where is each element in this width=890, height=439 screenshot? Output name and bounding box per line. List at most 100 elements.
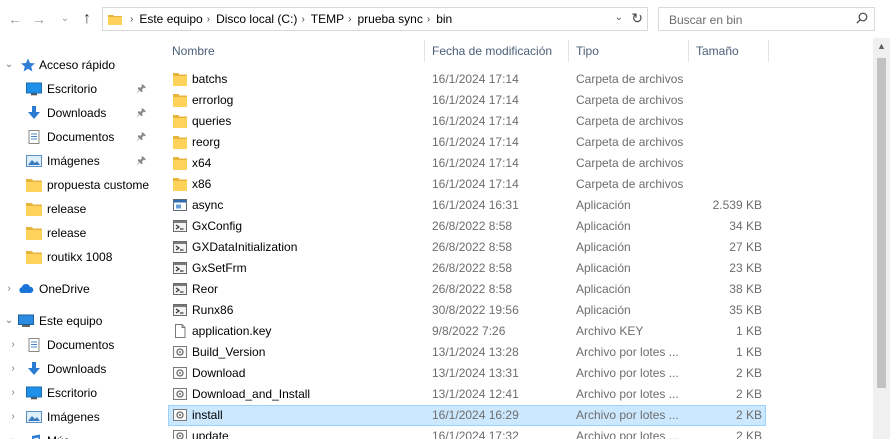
nav-quick-access[interactable]: ⌄ Acceso rápido (0, 54, 156, 76)
file-type: Archivo por lotes ... (576, 345, 679, 359)
file-type: Carpeta de archivos (576, 93, 684, 107)
file-row[interactable]: GxConfig 26/8/2022 8:58 Aplicación 34 KB (168, 216, 766, 237)
back-arrow-icon[interactable]: ← (6, 8, 24, 30)
chevron-right-icon[interactable]: › (7, 406, 19, 428)
file-row[interactable]: Download_and_Install 13/1/2024 12:41 Archi… (168, 384, 766, 405)
column-header-name[interactable]: Nombre (172, 38, 215, 64)
search-icon[interactable] (856, 12, 868, 24)
download-icon (28, 362, 40, 375)
nav-item-downloads[interactable]: Downloads 🖈 (0, 102, 156, 124)
chevron-right-icon[interactable]: › (7, 334, 19, 356)
nav-item-documentos[interactable]: Documentos 🖈 (0, 126, 156, 148)
nav-item-pc-musica[interactable]: › Mús (0, 430, 156, 439)
file-row[interactable]: batchs 16/1/2024 17:14 Carpeta de archivos (168, 69, 766, 90)
nav-item-escritorio[interactable]: Escritorio 🖈 (0, 78, 156, 100)
chevron-right-icon[interactable]: › (7, 358, 19, 380)
console-app-icon (173, 304, 187, 316)
breadcrumb-prueba-sync[interactable]: prueba sync (357, 12, 422, 26)
column-divider[interactable] (424, 40, 425, 62)
console-app-icon (173, 241, 187, 253)
file-row[interactable]: Runx86 30/8/2022 19:56 Aplicación 35 KB (168, 300, 766, 321)
nav-onedrive[interactable]: › OneDrive (0, 278, 156, 300)
file-row[interactable]: async 16/1/2024 16:31 Aplicación 2.539 KB (168, 195, 766, 216)
document-icon (28, 130, 40, 144)
column-divider[interactable] (568, 40, 569, 62)
vertical-scrollbar[interactable]: ▲ (873, 38, 890, 439)
file-row[interactable]: Download 13/1/2024 13:31 Archivo por lotes… (168, 363, 766, 384)
column-header-date[interactable]: Fecha de modificación (432, 38, 552, 64)
nav-item-routikx[interactable]: routikx 1008 (0, 246, 156, 268)
forward-arrow-icon[interactable]: → (30, 8, 48, 30)
refresh-icon[interactable]: ↻ (631, 10, 643, 27)
file-date-modified: 16/1/2024 16:31 (432, 198, 519, 212)
nav-item-pc-documentos[interactable]: › Documentos (0, 334, 156, 356)
nav-este-equipo[interactable]: ⌄ Este equipo (0, 310, 156, 332)
nav-item-release[interactable]: release (0, 222, 156, 244)
nav-label: propuesta custome (47, 178, 150, 192)
file-row[interactable]: errorlog 16/1/2024 17:14 Carpeta de archiv… (168, 90, 766, 111)
address-bar[interactable]: › Este equipo › Disco local (C:) › TEMP … (102, 7, 648, 31)
column-divider[interactable] (688, 40, 689, 62)
up-arrow-icon[interactable]: ↑ (78, 8, 96, 30)
nav-item-release[interactable]: release (0, 198, 156, 220)
search-input[interactable] (667, 10, 851, 30)
folder-icon (173, 178, 187, 191)
breadcrumb-disco-local[interactable]: Disco local (C:) (216, 12, 297, 26)
chevron-down-icon[interactable]: ⌄ (3, 54, 15, 76)
nav-item-propuesta[interactable]: propuesta custome (0, 174, 156, 196)
breadcrumb-temp[interactable]: TEMP (311, 12, 344, 26)
recent-locations-chevron-icon[interactable]: ⌄ (56, 8, 74, 30)
column-divider[interactable] (768, 40, 769, 62)
file-row[interactable]: x86 16/1/2024 17:14 Carpeta de archivos (168, 174, 766, 195)
chevron-right-icon[interactable]: › (7, 382, 19, 404)
batch-file-icon (173, 409, 187, 421)
file-name: application.key (192, 324, 272, 338)
file-name: Download (192, 366, 246, 380)
file-row[interactable]: application.key 9/8/2022 7:26 Archivo KEY 1… (168, 321, 766, 342)
breadcrumb-bin[interactable]: bin (436, 12, 452, 26)
file-row[interactable]: reorg 16/1/2024 17:14 Carpeta de archivos (168, 132, 766, 153)
file-name: queries (192, 114, 232, 128)
nav-item-pc-escritorio[interactable]: › Escritorio (0, 382, 156, 404)
file-row[interactable]: Reor 26/8/2022 8:58 Aplicación 38 KB (168, 279, 766, 300)
scrollbar-thumb[interactable] (877, 58, 886, 388)
chevron-right-icon[interactable]: › (427, 14, 430, 25)
search-box[interactable] (658, 7, 875, 31)
pin-icon[interactable]: 🖈 (136, 126, 146, 148)
address-dropdown-chevron-icon[interactable]: ⌄ (615, 12, 623, 23)
breadcrumb-este-equipo[interactable]: Este equipo (139, 12, 202, 26)
file-date-modified: 26/8/2022 8:58 (432, 219, 513, 233)
column-header-type[interactable]: Tipo (576, 38, 599, 64)
pin-icon[interactable]: 🖈 (136, 150, 146, 172)
file-name: errorlog (192, 93, 234, 107)
pin-icon[interactable]: 🖈 (136, 102, 146, 124)
file-row[interactable]: update 16/1/2024 17:32 Archivo por lotes .… (168, 426, 766, 439)
file-row[interactable]: x64 16/1/2024 17:14 Carpeta de archivos (168, 153, 766, 174)
pin-icon[interactable]: 🖈 (136, 78, 146, 100)
folder-icon (108, 14, 122, 25)
file-row[interactable]: GxSetFrm 26/8/2022 8:58 Aplicación 23 KB (168, 258, 766, 279)
chevron-right-icon[interactable]: › (3, 278, 15, 300)
nav-item-imagenes[interactable]: Imágenes 🖈 (0, 150, 156, 172)
file-size: 27 KB (729, 240, 762, 254)
file-type: Carpeta de archivos (576, 135, 684, 149)
document-icon (28, 338, 40, 352)
file-row[interactable]: GXDataInitialization 26/8/2022 8:58 Aplica… (168, 237, 766, 258)
file-row[interactable]: queries 16/1/2024 17:14 Carpeta de archivo… (168, 111, 766, 132)
chevron-right-icon[interactable]: › (348, 14, 351, 25)
nav-label: Escritorio (47, 386, 98, 400)
chevron-right-icon[interactable]: › (301, 14, 304, 25)
chevron-right-icon[interactable]: › (7, 430, 19, 439)
desktop-icon (26, 386, 42, 400)
nav-item-pc-downloads[interactable]: › Downloads (0, 358, 156, 380)
file-name: Build_Version (192, 345, 266, 359)
scroll-up-icon[interactable]: ▲ (873, 38, 890, 55)
chevron-down-icon[interactable]: ⌄ (3, 310, 15, 332)
file-row-selected[interactable]: install 16/1/2024 16:29 Archivo por lotes … (168, 405, 766, 426)
chevron-right-icon[interactable]: › (207, 14, 210, 25)
nav-item-pc-imagenes[interactable]: › Imágenes (0, 406, 156, 428)
chevron-right-icon: › (130, 13, 134, 25)
column-header-size[interactable]: Tamaño (696, 38, 739, 64)
file-row[interactable]: Build_Version 13/1/2024 13:28 Archivo por … (168, 342, 766, 363)
batch-file-icon (173, 388, 187, 400)
